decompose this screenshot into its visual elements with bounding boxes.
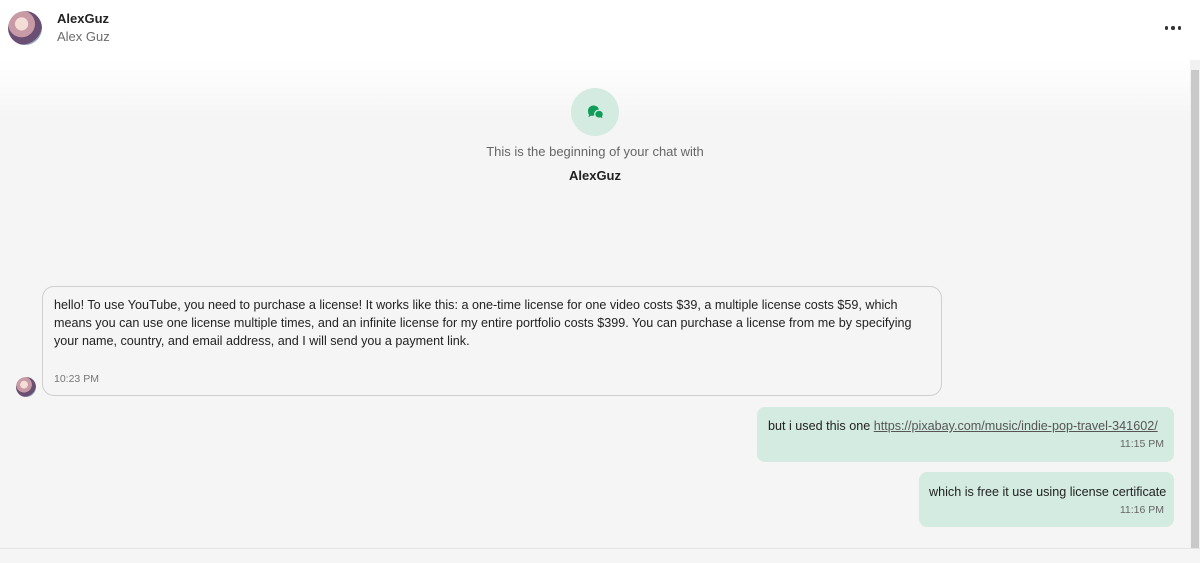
- contact-display-name[interactable]: AlexGuz: [57, 11, 109, 26]
- message-time: 11:16 PM: [1119, 504, 1164, 516]
- message-text-with-link: but i used this one https://pixabay.com/…: [768, 419, 1158, 433]
- composer-edge: [0, 548, 1200, 563]
- message-text: which is free it use using license certi…: [929, 485, 1167, 499]
- message-time: 11:15 PM: [1119, 438, 1164, 450]
- chat-header: AlexGuz Alex Guz: [0, 0, 1200, 60]
- chat-start-name: AlexGuz: [568, 168, 621, 183]
- scrollbar-thumb[interactable]: [1191, 70, 1199, 548]
- message-time: 10:23 PM: [54, 373, 99, 385]
- contact-username: Alex Guz: [57, 29, 110, 44]
- message-link[interactable]: https://pixabay.com/music/indie-pop-trav…: [874, 419, 1158, 433]
- outgoing-message: but i used this one https://pixabay.com/…: [757, 407, 1174, 462]
- chat-bubbles-icon: [571, 88, 619, 136]
- avatar[interactable]: [8, 11, 42, 45]
- message-text: but i used this one: [768, 419, 871, 433]
- message-text: hello! To use YouTube, you need to purch…: [54, 298, 912, 348]
- chat-start-text: This is the beginning of your chat with: [486, 144, 704, 159]
- outgoing-message: which is free it use using license certi…: [919, 472, 1174, 527]
- incoming-message: hello! To use YouTube, you need to purch…: [42, 286, 942, 396]
- more-options-icon[interactable]: [1162, 18, 1184, 38]
- sender-avatar[interactable]: [16, 377, 36, 397]
